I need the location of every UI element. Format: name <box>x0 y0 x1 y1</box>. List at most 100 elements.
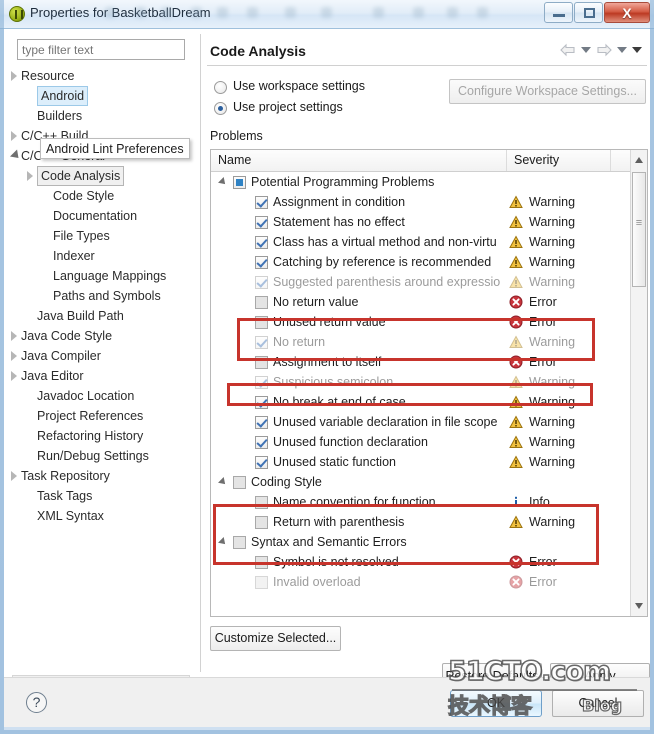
chevron-down-icon[interactable] <box>218 537 228 547</box>
ok-button[interactable]: OK <box>450 690 542 717</box>
sidebar-item-run-debug-settings[interactable]: Run/Debug Settings <box>9 446 198 466</box>
filter-input[interactable] <box>17 39 185 60</box>
table-row[interactable]: Return with parenthesis Warning <box>211 512 631 532</box>
chevron-down-icon[interactable] <box>218 477 228 487</box>
row-checkbox[interactable] <box>255 396 268 409</box>
sidebar-item-android[interactable]: Android <box>9 86 198 106</box>
table-row[interactable]: Suspicious semicolon Warning <box>211 372 631 392</box>
close-button[interactable]: X <box>604 2 650 23</box>
chevron-right-icon[interactable] <box>11 371 17 381</box>
row-checkbox[interactable] <box>255 516 268 529</box>
row-label: Class has a virtual method and non-virtu <box>273 235 497 249</box>
sidebar-item-file-types[interactable]: File Types <box>9 226 198 246</box>
sidebar-item-project-references[interactable]: Project References <box>9 406 198 426</box>
table-row[interactable]: Assignment in condition Warning <box>211 192 631 212</box>
table-row[interactable]: Unused return value Error <box>211 312 631 332</box>
table-row[interactable]: No return value Error <box>211 292 631 312</box>
row-checkbox[interactable] <box>255 456 268 469</box>
row-checkbox[interactable] <box>255 576 268 589</box>
row-checkbox[interactable] <box>233 176 246 189</box>
row-checkbox[interactable] <box>255 276 268 289</box>
minimize-button[interactable] <box>544 2 573 23</box>
vertical-scroll-thumb[interactable] <box>632 172 646 287</box>
row-checkbox[interactable] <box>233 476 246 489</box>
row-checkbox[interactable] <box>255 196 268 209</box>
sidebar-item-java-build-path[interactable]: Java Build Path <box>9 306 198 326</box>
table-row[interactable]: Unused variable declaration in file scop… <box>211 412 631 432</box>
view-menu-chevron-down-icon[interactable] <box>632 47 642 53</box>
table-row[interactable]: Statement has no effect Warning <box>211 212 631 232</box>
table-row[interactable]: Class has a virtual method and non-virtu… <box>211 232 631 252</box>
sidebar-item-java-editor[interactable]: Java Editor <box>9 366 198 386</box>
table-row[interactable]: Suggested parenthesis around expressio Wa… <box>211 272 631 292</box>
warning-icon <box>509 195 523 209</box>
table-body[interactable]: Potential Programming Problems Assignment… <box>211 172 631 616</box>
cancel-button[interactable]: Cancel <box>552 690 644 717</box>
customize-selected-button[interactable]: Customize Selected... <box>210 626 341 651</box>
row-checkbox[interactable] <box>255 556 268 569</box>
sidebar-item-paths-and-symbols[interactable]: Paths and Symbols <box>9 286 198 306</box>
problems-label: Problems <box>210 129 263 143</box>
chevron-right-icon[interactable] <box>11 331 17 341</box>
sidebar-item-refactoring-history[interactable]: Refactoring History <box>9 426 198 446</box>
scroll-down-icon[interactable] <box>635 603 643 609</box>
chevron-down-icon[interactable] <box>218 177 228 187</box>
column-header-severity[interactable]: Severity <box>507 150 611 171</box>
sidebar-item-task-tags[interactable]: Task Tags <box>9 486 198 506</box>
row-checkbox[interactable] <box>255 256 268 269</box>
table-row[interactable]: Symbol is not resolved Error <box>211 552 631 572</box>
table-vertical-scrollbar[interactable] <box>630 150 647 616</box>
sidebar-item-xml-syntax[interactable]: XML Syntax <box>9 506 198 526</box>
row-checkbox[interactable] <box>255 436 268 449</box>
sidebar-item-code-style[interactable]: Code Style <box>9 186 198 206</box>
table-row[interactable]: Syntax and Semantic Errors <box>211 532 631 552</box>
table-row[interactable]: Catching by reference is recommended Warn… <box>211 252 631 272</box>
chevron-right-icon[interactable] <box>11 71 17 81</box>
sidebar-item-java-compiler[interactable]: Java Compiler <box>9 346 198 366</box>
table-row[interactable]: No break at end of case Warning <box>211 392 631 412</box>
table-row[interactable]: Assignment to itself Error <box>211 352 631 372</box>
row-checkbox[interactable] <box>255 236 268 249</box>
row-checkbox[interactable] <box>255 496 268 509</box>
row-checkbox[interactable] <box>255 376 268 389</box>
error-icon <box>509 315 523 329</box>
column-header-name[interactable]: Name <box>211 150 507 171</box>
sidebar-item-documentation[interactable]: Documentation <box>9 206 198 226</box>
chevron-right-icon[interactable] <box>27 171 33 181</box>
table-row[interactable]: Potential Programming Problems <box>211 172 631 192</box>
table-row[interactable]: Name convention for function Info <box>211 492 631 512</box>
sidebar-item-language-mappings[interactable]: Language Mappings <box>9 266 198 286</box>
row-checkbox[interactable] <box>255 336 268 349</box>
row-checkbox[interactable] <box>255 216 268 229</box>
chevron-right-icon[interactable] <box>11 351 17 361</box>
row-checkbox[interactable] <box>255 316 268 329</box>
sidebar-item-indexer[interactable]: Indexer <box>9 246 198 266</box>
sidebar-item-label: Code Style <box>53 189 115 203</box>
sidebar-item-java-code-style[interactable]: Java Code Style <box>9 326 198 346</box>
forward-arrow-icon[interactable] <box>596 43 612 57</box>
row-checkbox[interactable] <box>255 356 268 369</box>
sidebar-item-code-analysis[interactable]: Code Analysis <box>9 166 198 186</box>
scroll-up-icon[interactable] <box>635 157 643 163</box>
sidebar-item-javadoc-location[interactable]: Javadoc Location <box>9 386 198 406</box>
sidebar-item-task-repository[interactable]: Task Repository <box>9 466 198 486</box>
table-row[interactable]: Unused function declaration Warning <box>211 432 631 452</box>
sidebar-item-resource[interactable]: Resource <box>9 66 198 86</box>
row-checkbox[interactable] <box>255 296 268 309</box>
chevron-right-icon[interactable] <box>11 131 17 141</box>
back-menu-chevron-down-icon[interactable] <box>581 47 591 53</box>
table-row[interactable]: Coding Style <box>211 472 631 492</box>
table-row[interactable]: Unused static function Warning <box>211 452 631 472</box>
table-row[interactable]: No return Warning <box>211 332 631 352</box>
configure-workspace-settings-button[interactable]: Configure Workspace Settings... <box>449 79 646 104</box>
column-header-extra[interactable] <box>611 150 632 171</box>
sidebar-item-builders[interactable]: Builders <box>9 106 198 126</box>
row-checkbox[interactable] <box>233 536 246 549</box>
question-mark-icon[interactable]: ? <box>26 692 47 713</box>
table-row[interactable]: Invalid overload Error <box>211 572 631 592</box>
forward-menu-chevron-down-icon[interactable] <box>617 47 627 53</box>
back-arrow-icon[interactable] <box>560 43 576 57</box>
maximize-button[interactable] <box>574 2 603 23</box>
chevron-right-icon[interactable] <box>11 471 17 481</box>
row-checkbox[interactable] <box>255 416 268 429</box>
